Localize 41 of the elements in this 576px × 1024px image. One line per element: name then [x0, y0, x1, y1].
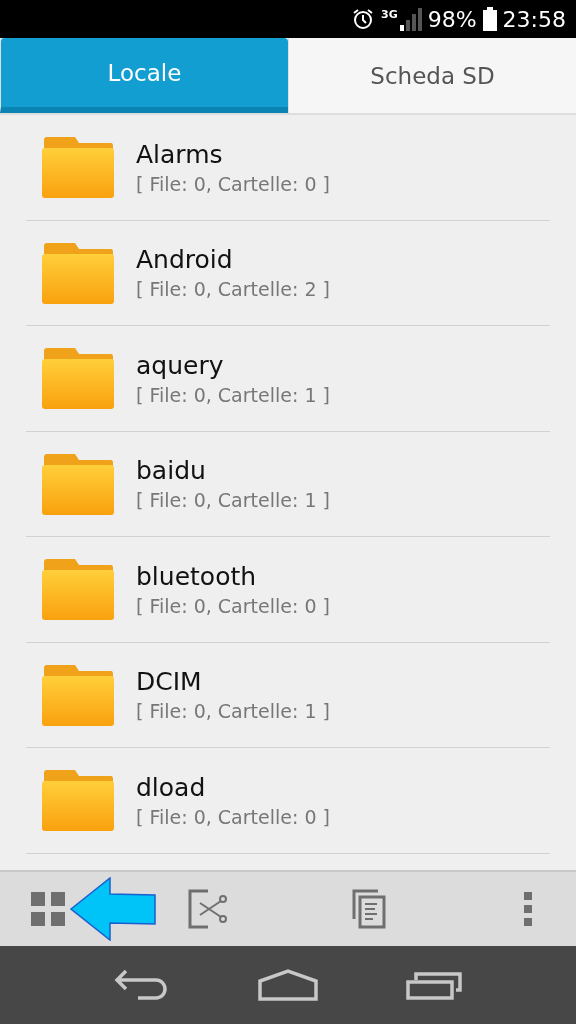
- folder-name: dload: [136, 772, 207, 802]
- copy-icon[interactable]: [352, 889, 386, 929]
- folder-icon: [42, 347, 114, 410]
- more-icon[interactable]: [523, 892, 533, 926]
- folder-info: [ File: 0, Cartelle: 0 ]: [136, 805, 330, 828]
- folder-icon: [42, 241, 114, 304]
- folder-info: [ File: 0, Cartelle: 1 ]: [136, 489, 330, 512]
- folder-icon: [42, 136, 114, 199]
- network-type: 3G: [381, 8, 398, 21]
- folder-info: [ File: 0, Cartelle: 1 ]: [136, 383, 330, 406]
- folder-name: Alarms: [136, 139, 224, 169]
- folder-icon: [42, 769, 114, 832]
- folder-row[interactable]: dload [ File: 0, Cartelle: 0 ]: [26, 748, 550, 854]
- recent-apps-icon[interactable]: [406, 970, 462, 1000]
- grid-icon[interactable]: [31, 892, 65, 926]
- folder-row[interactable]: Alarms [ File: 0, Cartelle: 0 ]: [26, 115, 550, 221]
- folder-row[interactable]: Android [ File: 0, Cartelle: 2 ]: [26, 220, 550, 326]
- folder-info: [ File: 0, Cartelle: 1 ]: [136, 700, 330, 723]
- battery-percent: 98%: [427, 6, 477, 32]
- folder-icon: [42, 663, 114, 726]
- folder-row[interactable]: aquery [ File: 0, Cartelle: 1 ]: [26, 326, 550, 432]
- folder-name: Android: [136, 245, 234, 275]
- signal-icon: [399, 7, 422, 31]
- folder-icon: [42, 452, 114, 515]
- scissors-icon[interactable]: [188, 889, 228, 929]
- folder-row[interactable]: baidu [ File: 0, Cartelle: 1 ]: [26, 431, 550, 537]
- battery-icon: [482, 7, 497, 31]
- alarm-clock-icon: [351, 7, 375, 31]
- folder-info: [ File: 0, Cartelle: 0 ]: [136, 594, 330, 617]
- folder-name: DCIM: [136, 667, 203, 697]
- folder-row[interactable]: DCIM [ File: 0, Cartelle: 1 ]: [26, 642, 550, 748]
- folder-info: [ File: 0, Cartelle: 2 ]: [136, 278, 330, 301]
- folder-name: baidu: [136, 456, 207, 486]
- folder-icon: [42, 558, 114, 621]
- clock-time: 23:58: [502, 6, 566, 32]
- folder-name: bluetooth: [136, 561, 258, 591]
- folder-row[interactable]: bluetooth [ File: 0, Cartelle: 0 ]: [26, 537, 550, 643]
- back-icon[interactable]: [114, 968, 170, 1002]
- folder-name: aquery: [136, 350, 225, 380]
- home-icon[interactable]: [258, 969, 318, 1001]
- folder-info: [ File: 0, Cartelle: 0 ]: [136, 172, 330, 195]
